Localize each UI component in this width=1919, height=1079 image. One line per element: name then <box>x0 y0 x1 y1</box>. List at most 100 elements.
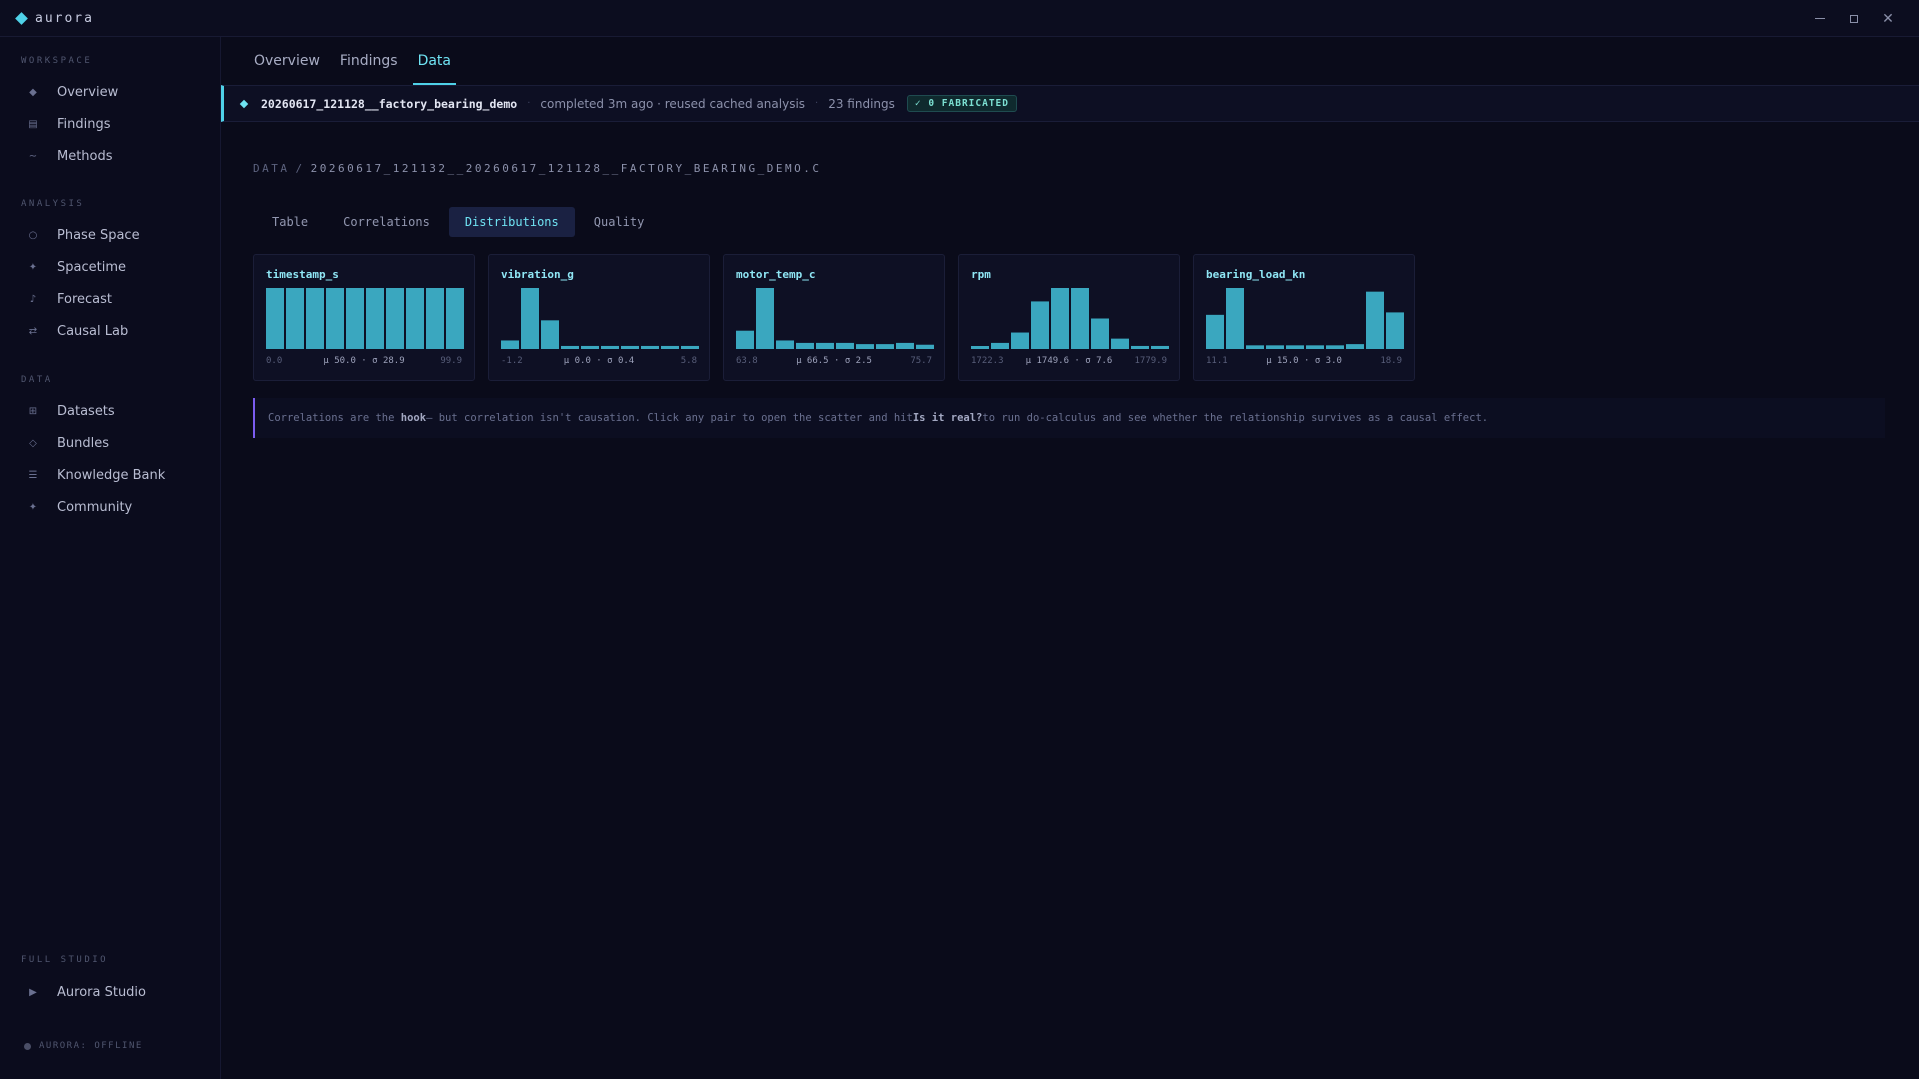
tab-distributions[interactable]: Distributions <box>448 207 575 237</box>
histogram-bar <box>521 288 539 349</box>
tab-data[interactable]: Data <box>412 37 457 85</box>
distribution-cards: timestamp_s 0.0 μ 50.0 · σ 28.9 99.9 vib… <box>253 254 1428 381</box>
histogram-bar <box>856 344 874 349</box>
card-max: 5.8 <box>680 356 697 366</box>
sidebar-item-datasets[interactable]: ⊞ Datasets <box>18 398 208 424</box>
card-title: timestamp_s <box>266 268 339 281</box>
run-banner: 20260617_121128__factory_bearing_demo · … <box>221 85 1919 122</box>
histogram-bar <box>681 345 699 349</box>
list-icon: ▤ <box>28 118 38 130</box>
distribution-card-vibration-g[interactable]: vibration_g -1.2 μ 0.0 · σ 0.4 5.8 <box>488 254 710 381</box>
sidebar-item-label: Aurora Studio <box>57 984 146 1000</box>
close-icon: ✕ <box>1882 10 1894 27</box>
tab-table[interactable]: Table <box>256 207 324 237</box>
histogram <box>501 288 699 349</box>
sidebar-item-label: Knowledge Bank <box>57 467 166 483</box>
histogram-bar <box>1306 345 1324 349</box>
sidebar-item-overview[interactable]: ◆ Overview <box>18 79 208 105</box>
sidebar-item-phase-space[interactable]: ○ Phase Space <box>18 222 208 248</box>
arrows-icon: ⇄ <box>28 325 38 337</box>
play-icon: ▶ <box>29 986 37 998</box>
sidebar-item-label: Findings <box>57 116 111 132</box>
histogram-bar <box>1326 345 1344 349</box>
tab-findings[interactable]: Findings <box>335 37 403 85</box>
card-stats: μ 0.0 · σ 0.4 <box>563 356 635 366</box>
data-view-tabs: Table Correlations Distributions Quality <box>256 207 663 237</box>
sidebar-item-causal-lab[interactable]: ⇄ Causal Lab <box>18 318 208 344</box>
histogram-bar <box>1131 345 1149 349</box>
histogram-bar <box>836 342 854 349</box>
sidebar-item-spacetime[interactable]: ✦ Spacetime <box>18 254 208 280</box>
histogram-bar <box>621 345 639 349</box>
histogram-bar <box>1286 345 1304 349</box>
histogram <box>266 288 464 349</box>
histogram-bar <box>971 346 989 349</box>
grid-icon: ⊞ <box>28 405 38 417</box>
histogram-bar <box>446 288 464 349</box>
histogram-bar <box>876 344 894 349</box>
hint-emphasis: hook <box>400 412 427 424</box>
connection-status: AURORA: OFFLINE <box>24 1041 143 1051</box>
histogram-bar <box>1151 345 1169 349</box>
histogram-bar <box>896 342 914 349</box>
separator-dot: · <box>815 98 819 109</box>
sidebar-item-forecast[interactable]: ♪ Forecast <box>18 286 208 312</box>
run-id[interactable]: 20260617_121128__factory_bearing_demo <box>261 97 517 111</box>
run-findings-count[interactable]: 23 findings <box>828 97 895 111</box>
histogram-bar <box>1366 291 1384 349</box>
sidebar-item-bundles[interactable]: ◇ Bundles <box>18 430 208 456</box>
histogram-bar <box>1266 345 1284 349</box>
wave-icon: ∼ <box>28 150 38 162</box>
sidebar-item-label: Methods <box>57 148 113 164</box>
app-name: aurora <box>35 10 94 26</box>
distribution-card-bearing-load-kn[interactable]: bearing_load_kn 11.1 μ 15.0 · σ 3.0 18.9 <box>1193 254 1415 381</box>
histogram-bar <box>366 288 384 349</box>
maximize-button[interactable] <box>1837 0 1871 37</box>
maximize-icon <box>1850 14 1858 23</box>
histogram-bar <box>266 288 284 349</box>
card-title: rpm <box>971 268 991 281</box>
tab-overview[interactable]: Overview <box>249 37 325 85</box>
histogram-bar <box>1111 338 1129 349</box>
circle-icon: ○ <box>28 229 38 241</box>
sidebar-item-findings[interactable]: ▤ Findings <box>18 111 208 137</box>
tab-quality[interactable]: Quality <box>578 207 661 237</box>
top-tabs: Overview Findings Data <box>249 37 466 85</box>
sidebar-item-knowledge-bank[interactable]: ☰ Knowledge Bank <box>18 462 208 488</box>
diamond-icon: ◆ <box>29 86 37 98</box>
histogram-bar <box>1386 312 1404 349</box>
histogram-bar <box>776 340 794 349</box>
brand: aurora <box>15 10 94 26</box>
window-controls: ✕ <box>1803 0 1905 37</box>
histogram-bar <box>426 288 444 349</box>
histogram <box>1206 288 1404 349</box>
status-dot-icon <box>24 1042 31 1050</box>
histogram-bar <box>386 288 404 349</box>
hint-text: to run do-calculus and see whether the r… <box>982 412 1489 424</box>
sidebar-item-label: Community <box>57 499 133 515</box>
breadcrumb-root[interactable]: DATA <box>253 162 290 175</box>
sidebar-item-aurora-studio[interactable]: ▶ Aurora Studio <box>18 979 208 1005</box>
histogram-bar <box>1051 288 1069 349</box>
sidebar-item-methods[interactable]: ∼ Methods <box>18 143 208 169</box>
tab-correlations[interactable]: Correlations <box>327 207 446 237</box>
histogram <box>736 288 934 349</box>
histogram-bar <box>736 330 754 349</box>
close-button[interactable]: ✕ <box>1871 0 1905 37</box>
run-status: completed 3m ago · reused cached analysi… <box>540 96 806 111</box>
sidebar-item-community[interactable]: ✦ Community <box>18 494 208 520</box>
breadcrumb-current: 20260617_121132__20260617_121128__FACTOR… <box>310 162 822 175</box>
distribution-card-timestamp-s[interactable]: timestamp_s 0.0 μ 50.0 · σ 28.9 99.9 <box>253 254 475 381</box>
separator-dot: · <box>527 98 531 109</box>
section-label-data: DATA <box>21 375 53 385</box>
distribution-card-rpm[interactable]: rpm 1722.3 μ 1749.6 · σ 7.6 1779.9 <box>958 254 1180 381</box>
sidebar-item-label: Phase Space <box>57 227 140 243</box>
histogram-bar <box>286 288 304 349</box>
card-max: 99.9 <box>440 356 462 366</box>
distribution-card-motor-temp-c[interactable]: motor_temp_c 63.8 μ 66.5 · σ 2.5 75.7 <box>723 254 945 381</box>
status-label: AURORA: OFFLINE <box>39 1041 143 1051</box>
histogram-bar <box>661 345 679 349</box>
minimize-button[interactable] <box>1803 0 1837 37</box>
star-icon: ✦ <box>28 501 38 513</box>
card-max: 18.9 <box>1380 356 1402 366</box>
